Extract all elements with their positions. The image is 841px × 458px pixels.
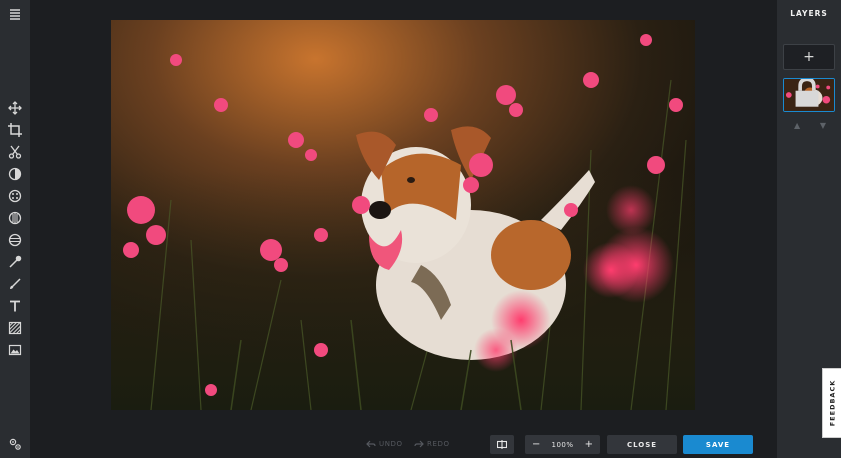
layer-up-button[interactable]: ▲ (794, 121, 800, 130)
pipette-icon[interactable] (5, 253, 25, 271)
redo-icon (414, 440, 424, 448)
zoom-in-button[interactable]: + (585, 439, 593, 450)
bottom-toolbar: UNDO REDO − 100% + CLOSE SAVE (30, 430, 777, 458)
text-icon[interactable] (5, 297, 25, 315)
undo-button[interactable]: UNDO (366, 440, 403, 448)
vignette-icon[interactable] (5, 209, 25, 227)
close-button[interactable]: CLOSE (607, 435, 677, 454)
effects-icon[interactable] (5, 231, 25, 249)
feedback-label: FEEDBACK (828, 379, 837, 427)
save-button[interactable]: SAVE (683, 435, 753, 454)
settings-icon[interactable] (5, 435, 25, 453)
compare-icon (497, 440, 507, 449)
redo-label: REDO (427, 440, 450, 448)
adjust-icon[interactable] (5, 165, 25, 183)
zoom-level: 100% (551, 440, 574, 449)
crop-icon[interactable] (5, 121, 25, 139)
add-layer-button[interactable]: + (783, 44, 835, 70)
cut-icon[interactable] (5, 143, 25, 161)
pattern-icon[interactable] (5, 319, 25, 337)
photo-canvas[interactable] (111, 20, 695, 410)
undo-label: UNDO (379, 440, 403, 448)
menu-icon[interactable] (5, 5, 25, 23)
layer-thumbnail[interactable] (783, 78, 835, 112)
zoom-out-button[interactable]: − (532, 439, 540, 450)
move-icon[interactable] (5, 99, 25, 117)
undo-icon (366, 440, 376, 448)
tool-rail (0, 0, 30, 458)
brush-icon[interactable] (5, 275, 25, 293)
lock-icon (795, 79, 819, 107)
compare-button[interactable] (490, 435, 514, 454)
filters-icon[interactable] (5, 187, 25, 205)
feedback-tab[interactable]: FEEDBACK (822, 368, 841, 438)
layer-down-button[interactable]: ▼ (820, 121, 826, 130)
zoom-control: − 100% + (525, 435, 600, 454)
redo-button[interactable]: REDO (414, 440, 450, 448)
layers-title: LAYERS (790, 9, 828, 18)
image-icon[interactable] (5, 341, 25, 359)
layer-order-controls: ▲ ▼ (794, 121, 826, 130)
photo-editor-app: UNDO REDO − 100% + CLOSE SAVE LAYERS + ▲… (0, 0, 841, 458)
